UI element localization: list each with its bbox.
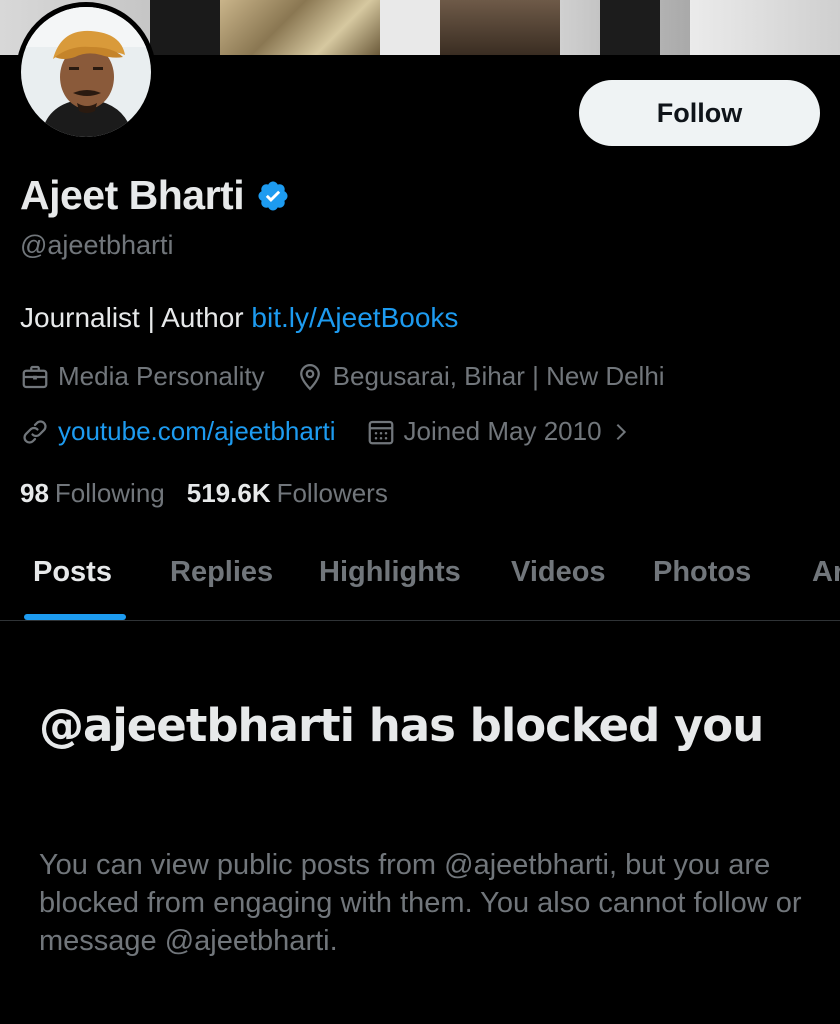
profile-tabs: Posts Replies Highlights Videos Photos A… bbox=[0, 530, 840, 621]
display-name: Ajeet Bharti bbox=[20, 172, 245, 218]
link-icon bbox=[23, 419, 47, 444]
profile-category: Media Personality bbox=[20, 361, 265, 392]
tab-videos[interactable]: Videos bbox=[511, 556, 606, 589]
followers-label: Followers bbox=[276, 478, 388, 508]
calendar-icon bbox=[368, 420, 393, 444]
profile-location: Begusarai, Bihar | New Delhi bbox=[295, 361, 665, 392]
profile-website-link[interactable]: youtube.com/ajeetbharti bbox=[58, 416, 336, 447]
briefcase-icon bbox=[22, 365, 48, 388]
profile-category-label: Media Personality bbox=[58, 361, 265, 391]
profile-name-row: Ajeet Bharti bbox=[20, 172, 290, 219]
followers-stat[interactable]: 519.6K Followers bbox=[187, 478, 388, 509]
verified-badge-icon[interactable] bbox=[256, 179, 290, 213]
profile-avatar[interactable] bbox=[16, 2, 156, 142]
bio-text: Journalist | Author bbox=[20, 302, 252, 333]
avatar-photo bbox=[21, 7, 151, 137]
profile-joined[interactable]: Joined May 2010 bbox=[366, 416, 632, 447]
followers-count: 519.6K bbox=[186, 478, 271, 508]
tab-posts[interactable]: Posts bbox=[33, 556, 112, 589]
profile-handle: @ajeetbharti bbox=[20, 230, 174, 260]
tab-photos[interactable]: Photos bbox=[653, 556, 751, 589]
active-tab-indicator bbox=[24, 614, 126, 620]
blocked-description: You can view public posts from @ajeetbha… bbox=[39, 849, 802, 957]
tab-replies[interactable]: Replies bbox=[170, 556, 273, 589]
following-stat[interactable]: 98 Following bbox=[20, 478, 165, 509]
profile-joined-label: Joined May 2010 bbox=[403, 416, 602, 446]
following-count: 98 bbox=[20, 478, 49, 508]
chevron-right-icon bbox=[616, 423, 626, 440]
following-label: Following bbox=[54, 478, 165, 508]
blocked-title: @ajeetbharti has blocked you bbox=[39, 699, 764, 752]
tab-highlights[interactable]: Highlights bbox=[319, 556, 461, 589]
bio-link[interactable]: bit.ly/AjeetBooks bbox=[251, 302, 458, 333]
tab-articles[interactable]: Ar bbox=[812, 556, 840, 589]
profile-location-label: Begusarai, Bihar | New Delhi bbox=[332, 361, 665, 391]
follow-stats: 98 Following 519.6K Followers bbox=[20, 478, 410, 509]
profile-website[interactable]: youtube.com/ajeetbharti bbox=[20, 416, 336, 447]
follow-button[interactable]: Follow bbox=[579, 80, 820, 146]
profile-bio: Journalist | Author bit.ly/AjeetBooks bbox=[20, 302, 458, 334]
profile-meta-row-1: Media Personality Begusarai, Bihar | New… bbox=[20, 361, 665, 392]
profile-meta-row-2: youtube.com/ajeetbharti Joined May 2010 bbox=[20, 416, 632, 447]
location-pin-icon bbox=[299, 363, 320, 390]
